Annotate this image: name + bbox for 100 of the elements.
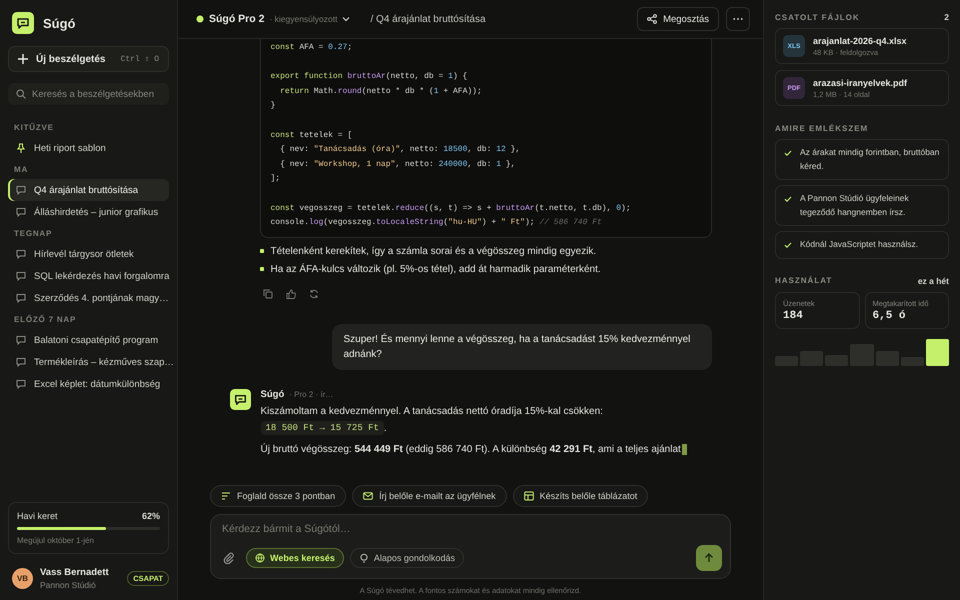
conversation-item[interactable]: SQL lekérdezés havi forgalomra xyxy=(8,265,169,287)
send-button[interactable] xyxy=(696,545,722,571)
code-line: const tetelek = [ xyxy=(270,130,354,142)
chat-bubble-icon xyxy=(16,335,26,345)
attach-button[interactable] xyxy=(222,552,236,564)
message-input[interactable]: Kérdezz bármit a Súgótól… xyxy=(222,523,722,535)
section-heading: TEGNAP xyxy=(13,228,54,240)
lightbulb-icon xyxy=(358,553,369,563)
table-icon xyxy=(524,491,534,501)
bullet-text: Ha az ÁFA-kulcs változik (pl. 5%-os tétel), add át harmadik paraméterként. xyxy=(270,264,601,275)
inline-code: 18 500 Ft → 15 725 Ft xyxy=(260,420,384,435)
conversation-title: / Q4 árajánlat bruttósítása xyxy=(370,14,486,24)
reply-text: . xyxy=(384,423,387,434)
quota-note: Megújul október 1-jén xyxy=(17,536,95,545)
section-heading: KITŰZVE xyxy=(13,122,55,134)
memory-text: Kódnál JavaScriptet használsz. xyxy=(800,238,918,251)
share-button[interactable]: Megosztás xyxy=(637,7,719,31)
suggestion-chip[interactable]: Írj belőle e-mailt az ügyfélnek xyxy=(352,485,507,507)
copy-button[interactable] xyxy=(262,288,272,299)
assistant-name: Súgó xyxy=(260,388,284,400)
code-line: ]; xyxy=(270,173,282,186)
code-line: console.log(vegosszeg.toLocaleString("hu-HU") + " Ft"); // 586 740 Ft xyxy=(270,217,603,230)
code-line: return Math.round(netto * db * (1 + AFA)); xyxy=(279,86,483,98)
check-icon xyxy=(784,195,792,203)
typing-cursor xyxy=(682,444,687,455)
period-label: ez a hét xyxy=(918,276,949,286)
chevron-down-icon xyxy=(342,15,350,23)
app-name: Súgó xyxy=(43,16,76,30)
bullet-icon xyxy=(260,249,264,254)
chat-bubble-icon xyxy=(16,207,26,217)
code-line: export function bruttoAr(netto, db = 1) { xyxy=(270,71,468,84)
suggestion-chip[interactable]: Készíts belőle táblázatot xyxy=(512,485,648,507)
section-heading: CSATOLT FÁJLOK xyxy=(775,12,860,22)
conversation-item[interactable]: Hírlevél tárgysor ötletek xyxy=(8,243,169,265)
code-line: const vegosszeg = tetelek.reduce((s, t) => s + bruttoAr(t.netto, t.db), 0); xyxy=(270,202,632,215)
refresh-icon xyxy=(308,288,318,299)
avatar: VB xyxy=(12,568,33,589)
code-line: const AFA = 0.27; xyxy=(270,42,354,54)
file-count: 2 xyxy=(944,12,949,22)
conversation-item[interactable]: Heti riport sablon xyxy=(8,137,169,159)
conversation-item[interactable]: Q4 árajánlat bruttósítása xyxy=(8,179,169,201)
arrow-up-icon xyxy=(704,553,714,563)
usage-bar xyxy=(926,338,949,366)
globe-icon xyxy=(255,553,265,563)
reply-text: Kiszámoltam a kedvezménnyel. A tanácsadás nettó óradíja 15%-kal csökken: xyxy=(260,406,603,417)
section-heading: AMIRE EMLÉKSZEM xyxy=(775,124,868,133)
thumbs-up-button[interactable] xyxy=(286,288,296,299)
conversation-item[interactable]: Álláshirdetés – junior grafikus xyxy=(8,201,169,223)
plus-icon xyxy=(18,54,28,64)
conversation-item[interactable]: Szerződés 4. pontjának magy… xyxy=(8,287,169,309)
stat-value: 6,5 ó xyxy=(872,310,907,322)
share-icon xyxy=(647,14,658,24)
section-heading: MA xyxy=(13,164,30,176)
status-dot-icon xyxy=(196,15,204,23)
user-name: Vass Bernadett xyxy=(40,567,110,578)
conversation-item[interactable]: Balatoni csapatépítő program xyxy=(8,329,169,351)
file-name: arazasi-iranyelvek.pdf xyxy=(813,78,908,88)
keyboard-shortcut: Ctrl ⇧ O xyxy=(120,54,159,64)
code-line: { nev: "Tanácsadás (óra)", netto: 18500, db: 12 }, xyxy=(279,144,522,156)
bullet-text: Tételenként kerekítek, így a számla sorai és a végösszeg mindig egyezik. xyxy=(270,246,596,257)
lines-icon xyxy=(221,491,231,501)
search-field[interactable]: Keresés a beszélgetésekben xyxy=(8,83,169,105)
chat-bubble-icon xyxy=(16,249,26,259)
toggle-chip[interactable]: Alapos gondolkodás xyxy=(350,548,464,568)
section-heading: HASZNÁLAT xyxy=(775,276,832,285)
user-message: Szuper! És mennyi lenne a végösszeg, ha a tanácsadást 15% kedvezménnyel adnánk? xyxy=(332,324,712,370)
model-selector[interactable]: Súgó Pro 2 · kiegyensúlyozott xyxy=(196,13,350,25)
quota-percent: 62% xyxy=(142,511,160,521)
toggle-chip[interactable]: Webes keresés xyxy=(246,548,344,568)
new-chat-button[interactable]: Új beszélgetés Ctrl ⇧ O xyxy=(8,46,169,72)
memory-text: Az árakat mindig forintban, bruttóban kéred. xyxy=(800,146,940,172)
check-icon xyxy=(784,241,792,249)
stat-value: 184 xyxy=(783,310,804,322)
chat-bubble-icon xyxy=(16,185,26,195)
thumbs-up-icon xyxy=(286,288,296,299)
regenerate-button[interactable] xyxy=(308,288,318,299)
chat-bubble-icon xyxy=(16,379,26,389)
chat-bubble-avatar-icon xyxy=(230,388,250,410)
search-icon xyxy=(16,89,26,99)
memory-text: A Pannon Stúdió ügyfeleinek tegeződő hangnemben írsz. xyxy=(800,192,910,219)
bullet-icon xyxy=(260,267,264,272)
chat-bubble-icon xyxy=(16,271,26,281)
file-name: arajanlat-2026-q4.xlsx xyxy=(813,36,907,46)
chat-bubble-icon xyxy=(16,293,26,303)
pin-icon xyxy=(16,143,26,153)
check-icon xyxy=(784,149,792,157)
chat-bubble-icon xyxy=(16,357,26,367)
code-line: { nev: "Workshop, 1 nap", netto: 240000, db: 1 }, xyxy=(279,158,516,171)
paperclip-icon xyxy=(223,552,235,564)
copy-icon xyxy=(262,288,272,299)
suggestion-chip[interactable]: Foglald össze 3 pontban xyxy=(210,485,346,507)
user-organization: Pannon Stúdió xyxy=(40,580,97,590)
envelope-icon xyxy=(363,491,374,501)
quota-label: Havi keret xyxy=(17,511,58,521)
assistant-status: · Pro 2 · ír… xyxy=(289,390,334,399)
code-line: } xyxy=(270,100,276,112)
conversation-item[interactable]: Excel képlet: dátumkülönbség xyxy=(8,373,169,395)
chat-bubble-logo-icon xyxy=(12,12,34,34)
section-heading: ELŐZŐ 7 NAP xyxy=(13,314,78,326)
reply-text: Új bruttó végösszeg: 544 449 Ft (eddig 586 740 Ft). A különbség 42 291 Ft, ami a teljes ajánlat xyxy=(260,444,681,455)
